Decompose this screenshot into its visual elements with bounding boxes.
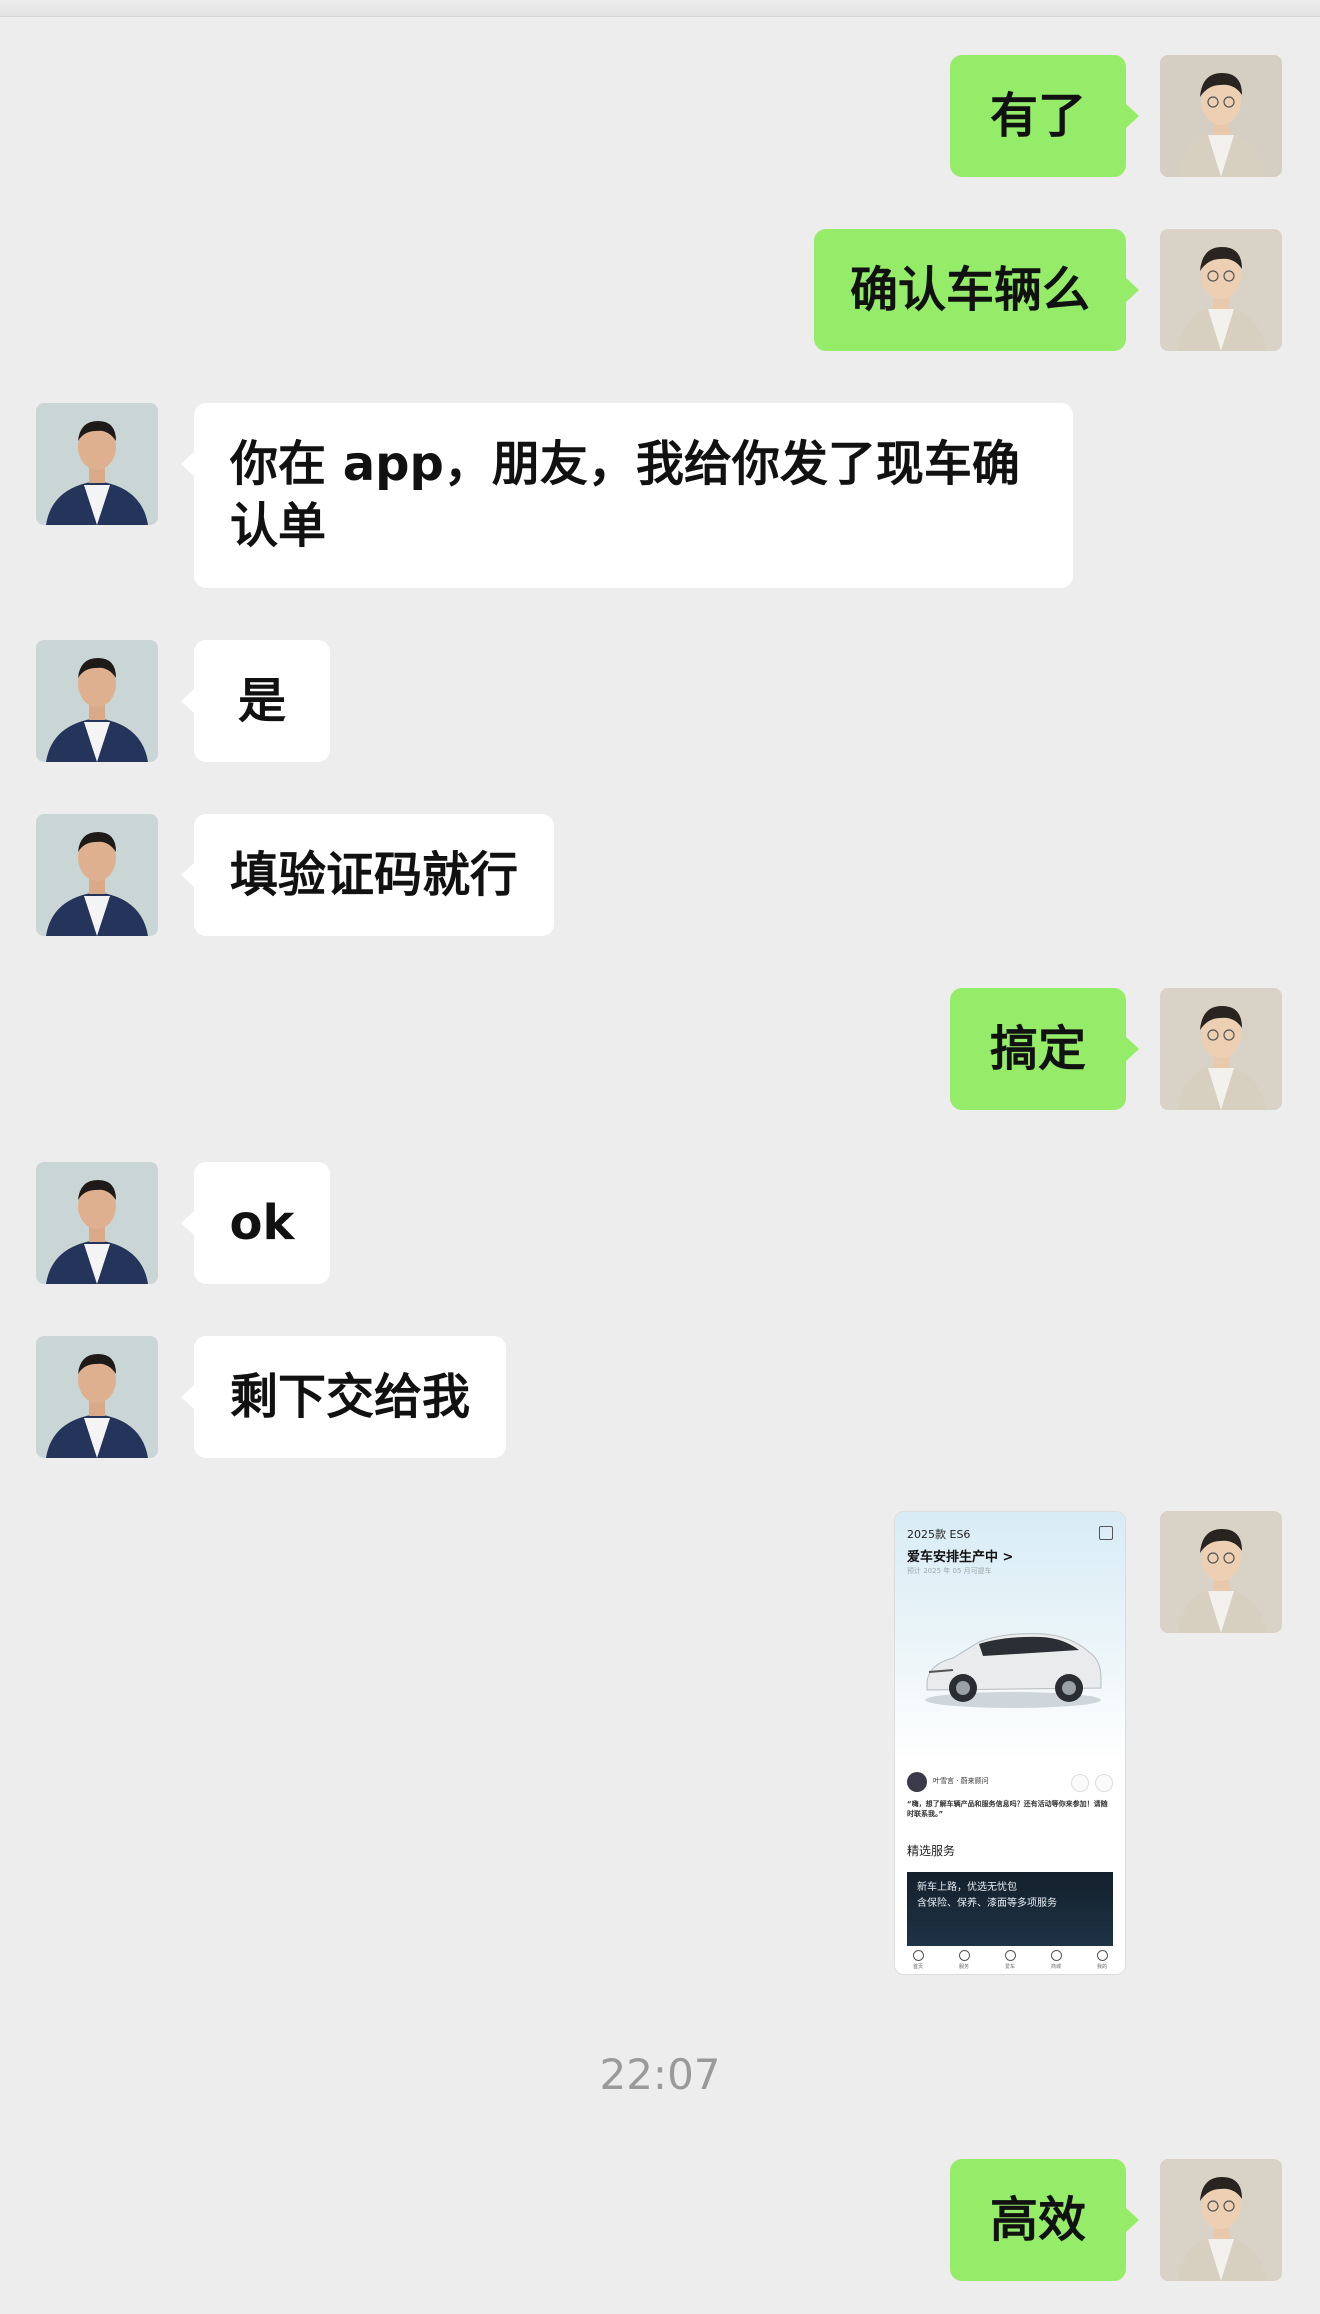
contact-avatar[interactable] [36,1162,158,1284]
nav-tab-me: 我的 [1096,1950,1108,1970]
car-image [925,1633,1102,1708]
banner-line-1: 新车上路，优选无忧包 [917,1882,1017,1893]
shared-screenshot-image[interactable]: 2025款 ES6 爱车安排生产中 > 预计 2025 年 05 月可提车 叶雪… [894,1511,1126,1975]
contact-avatar[interactable] [36,640,158,762]
advisor-avatar [907,1772,927,1792]
phone-icon [1071,1774,1089,1792]
contact-avatar[interactable] [36,1336,158,1458]
advisor-row: 叶雪言 · 蔚来顾问 [907,1770,1113,1794]
my-avatar[interactable] [1160,1511,1282,1633]
shop-icon [1050,1950,1062,1961]
home-icon [912,1950,924,1961]
my-avatar[interactable] [1160,229,1282,351]
advisor-name: 叶雪言 · 蔚来顾问 [933,1777,989,1785]
nav-tab-car: 爱车 [1004,1950,1016,1970]
car-icon [1004,1950,1016,1961]
share-icon [1099,1526,1113,1540]
my-avatar[interactable] [1160,55,1282,177]
screenshot-bottom-nav: 首页 服务 爱车 商城 我的 [895,1946,1125,1974]
banner-line-2: 含保险、保养、漆面等多项服务 [917,1898,1057,1909]
message-bubble-other[interactable]: 是 [181,640,330,762]
contact-avatar[interactable] [36,403,158,525]
advisor-quote: “嗨，想了解车辆产品和服务信息吗？还有活动等你来参加！请随时联系我。” [907,1800,1108,1818]
chat-timestamp: 22:07 [599,2050,721,2099]
contact-avatar[interactable] [36,814,158,936]
message-bubble-other[interactable]: 填验证码就行 [180,814,555,936]
screenshot-status: 爱车安排生产中 > [907,1550,1014,1565]
nav-tab-home: 首页 [912,1950,924,1970]
message-bubble-me[interactable]: 搞定 [949,988,1140,1110]
screenshot-eta: 预计 2025 年 05 月可提车 [907,1567,992,1575]
nav-tab-service: 服务 [958,1950,970,1970]
my-avatar[interactable] [1160,988,1282,1110]
message-bubble-other[interactable]: 你在 app，朋友，我给你发了现车确认单 [181,403,1073,588]
service-icon [958,1950,970,1961]
message-bubble-other[interactable]: ok [181,1162,330,1284]
chat-icon [1095,1774,1113,1792]
nav-tab-shop: 商城 [1050,1950,1062,1970]
message-bubble-other[interactable]: 剩下交给我 [180,1336,507,1458]
message-bubble-me[interactable]: 高效 [949,2159,1140,2281]
top-divider [0,0,1320,17]
message-bubble-me[interactable]: 有了 [949,55,1140,177]
profile-icon [1096,1950,1108,1961]
screenshot-model: 2025款 ES6 [907,1528,971,1541]
message-bubble-me[interactable]: 确认车辆么 [813,229,1140,351]
section-title: 精选服务 [907,1844,956,1858]
my-avatar[interactable] [1160,2159,1282,2281]
service-banner: 新车上路，优选无忧包 含保险、保养、漆面等多项服务 [907,1872,1113,1946]
